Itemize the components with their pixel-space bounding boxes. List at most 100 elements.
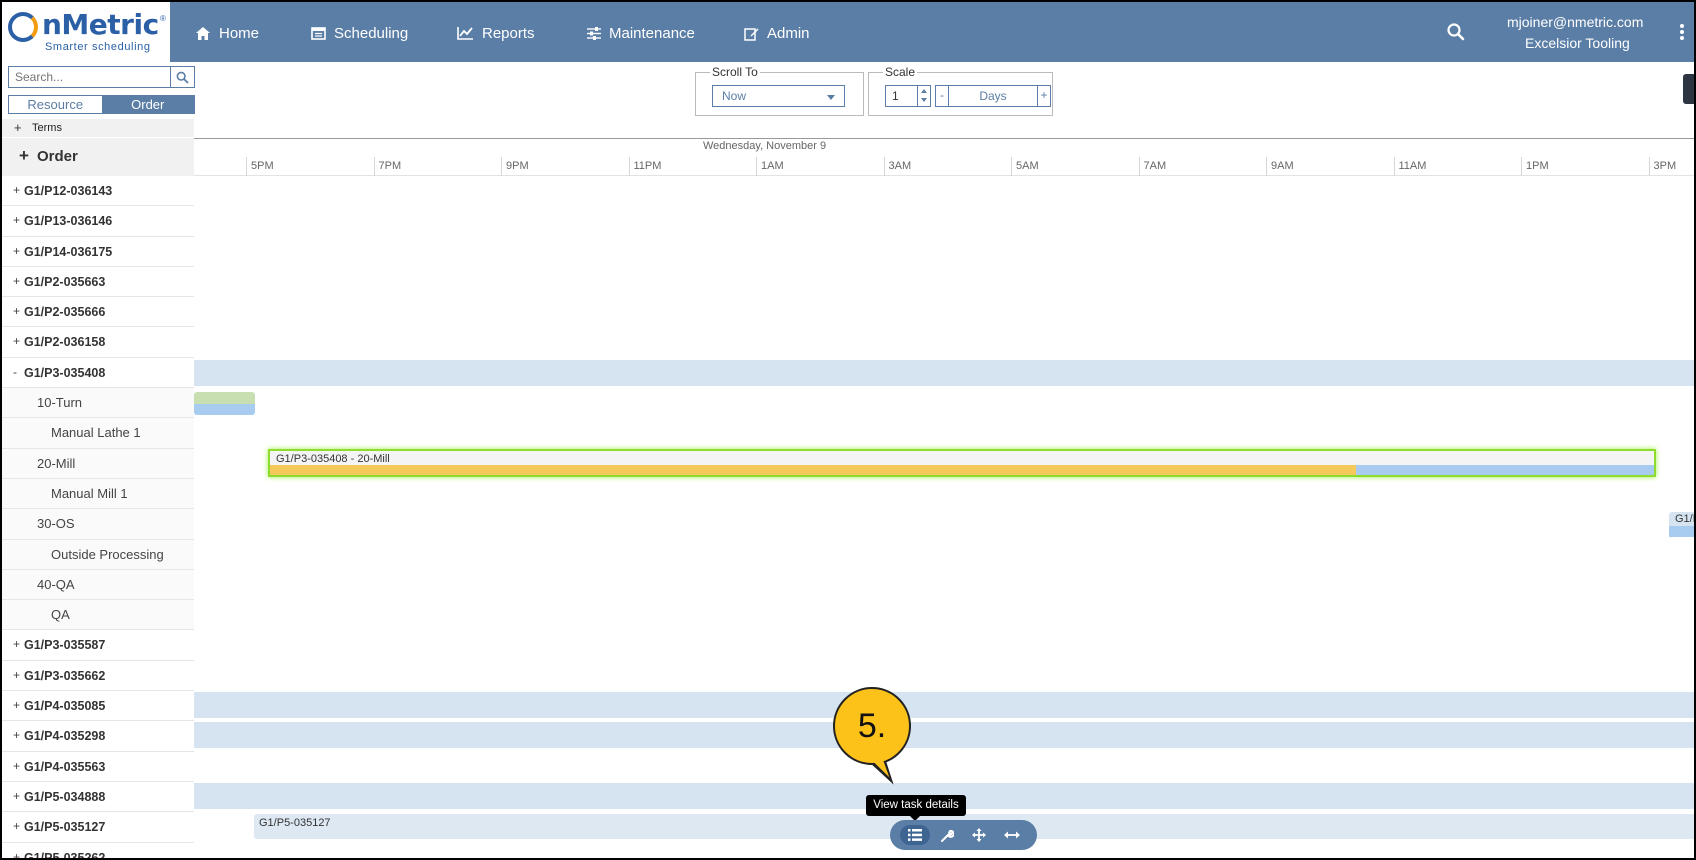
expand-icon[interactable]: + [13,789,20,803]
operation-row[interactable]: 10-Turn [2,388,194,419]
order-row[interactable]: + G1/P4-035085 [2,691,194,722]
side-panel-tab[interactable] [1683,74,1694,104]
step-callout-text: 5. [857,706,887,745]
operation-row[interactable]: 30-OS [2,509,194,540]
scale-minus-button[interactable]: - [935,85,949,107]
move-task-button[interactable] [967,825,991,845]
view-task-details-button[interactable] [900,825,930,845]
order-row[interactable]: + G1/P5-034888 [2,781,194,813]
search-input[interactable] [9,67,170,87]
expand-icon[interactable]: + [13,244,20,258]
search-button[interactable] [170,67,194,87]
view-toggle: Resource Order [8,95,195,114]
spin-up-icon[interactable] [921,89,927,93]
resource-toggle-button[interactable]: Resource [9,96,102,113]
expand-icon[interactable]: + [13,213,20,227]
scale-plus-button[interactable]: + [1037,85,1051,107]
resource-row[interactable]: Manual Lathe 1 [2,418,194,449]
nav-reports-label: Reports [482,24,535,42]
order-row[interactable]: + G1/P3-035587 [2,630,194,661]
task-bar-30-os[interactable]: G1/P3-035408 - 30-OS [1669,512,1694,537]
expand-icon[interactable]: + [13,274,20,288]
sliders-icon [587,26,601,40]
order-row[interactable]: + G1/P14-036175 [2,236,194,267]
move-icon [972,828,986,842]
timeline-hour-label: 1PM [1521,157,1649,176]
expand-icon[interactable]: + [13,698,20,712]
order-label: G1/P5-035127 [24,820,106,835]
order-row[interactable]: + G1/P2-035666 [2,297,194,328]
terms-expand-icon[interactable]: + [14,120,22,135]
expand-icon[interactable]: + [13,728,20,742]
order-column-header[interactable]: + Order [2,138,194,176]
expand-icon[interactable]: + [13,183,20,197]
scale-number-input[interactable]: 1 [885,85,931,107]
scroll-to-label: Scroll To [710,65,760,79]
gantt-grid [194,176,1694,858]
timeline-divider [194,138,1694,139]
order-label: G1/P14-036175 [24,244,113,259]
order-row[interactable]: + G1/P12-036143 [2,176,194,207]
order-toggle-button[interactable]: Order [101,96,194,113]
expand-icon[interactable]: + [13,304,20,318]
timeline-hours: 5PM 7PM 9PM 11PM 1AM 3AM 5AM 7AM 9AM 11AM 1PM 3PM [194,157,1695,176]
search-icon[interactable] [1446,22,1466,42]
nav-scheduling[interactable]: Scheduling [311,22,408,44]
operation-row[interactable]: 40-QA [2,569,194,601]
scroll-to-group: Scroll To Now [695,65,864,116]
timeline-hour-label: 3PM [1648,157,1695,176]
nav-maintenance-label: Maintenance [609,24,695,42]
timeline-hour-label: 9PM [501,157,629,176]
task-bar-20-mill[interactable]: G1/P3-035408 - 20-Mill [268,449,1656,477]
user-email[interactable]: mjoiner@nmetric.com [1507,14,1643,30]
nav-admin[interactable]: Admin [744,22,810,44]
scale-unit-value[interactable]: Days [949,85,1037,107]
resource-row[interactable]: QA [2,600,194,631]
order-row[interactable]: + G1/P4-035563 [2,751,194,782]
nav-reports[interactable]: Reports [457,22,535,44]
maintenance-button[interactable] [935,825,959,845]
order-label: G1/P2-036158 [24,335,106,350]
order-row[interactable]: + G1/P5-035262 [2,842,194,858]
resize-task-button[interactable] [1000,825,1024,845]
timeline-hour-label: 7AM [1138,157,1267,176]
expand-icon[interactable]: + [13,668,20,682]
scale-spinner[interactable] [917,86,930,106]
order-label: G1/P4-035085 [24,699,106,714]
more-menu-icon[interactable] [1679,24,1685,42]
chart-icon [457,27,473,40]
terms-row[interactable]: + Terms [2,119,194,137]
scroll-to-select[interactable]: Now [712,85,845,107]
nav-maintenance[interactable]: Maintenance [587,22,695,44]
collapse-icon[interactable]: - [13,365,17,379]
spin-down-icon[interactable] [921,98,927,102]
expand-icon[interactable]: + [13,637,20,651]
terms-label: Terms [32,122,62,134]
nav-home-label: Home [219,24,260,42]
expand-icon[interactable]: + [13,819,20,833]
expand-icon[interactable]: + [13,850,20,858]
order-row[interactable]: + G1/P2-035663 [2,266,194,298]
expand-icon[interactable]: + [13,334,20,348]
order-row[interactable]: + G1/P3-035662 [2,660,194,692]
task-bar-10-turn-setup[interactable] [194,392,255,404]
resource-row[interactable]: Outside Processing [2,539,194,570]
operation-label: 10-Turn [37,395,83,411]
nav-home[interactable]: Home [195,22,259,44]
logo[interactable]: nMetric ® Smarter scheduling [2,2,170,62]
order-row[interactable]: + G1/P2-036158 [2,327,194,358]
resource-row[interactable]: Manual Mill 1 [2,478,194,510]
order-row[interactable]: - G1/P3-035408 [2,357,194,389]
scale-group: Scale 1 - Days + [868,65,1053,116]
order-label: G1/P13-036146 [24,214,113,229]
order-row[interactable]: + G1/P4-035298 [2,721,194,752]
task-bar-10-turn[interactable] [194,404,255,415]
timeline-date: Wednesday, November 9 [703,140,827,152]
order-label: G1/P3-035587 [24,638,106,653]
calendar-icon [311,27,326,40]
order-row[interactable]: + G1/P13-036146 [2,206,194,237]
expand-icon[interactable]: + [13,759,20,773]
order-row[interactable]: + G1/P5-035127 [2,812,194,843]
order-expand-all-icon[interactable]: + [19,146,29,166]
operation-row[interactable]: 20-Mill [2,448,194,479]
